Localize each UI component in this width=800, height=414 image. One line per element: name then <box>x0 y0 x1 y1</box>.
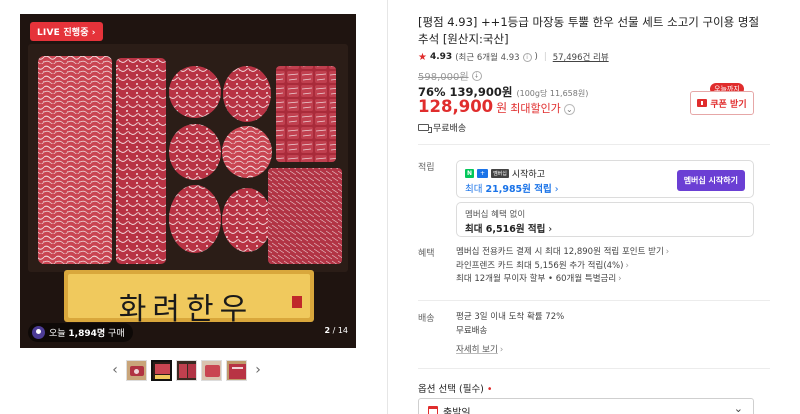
buy-count-suffix: 구매 <box>105 329 125 339</box>
plaque-brand-text: 화려한우 <box>118 292 254 327</box>
option-label-text: 옵션 선택 (필수) <box>418 384 484 395</box>
rating-note: (최근 6개월 4.93 <box>455 53 520 63</box>
coupon-button[interactable]: 쿠폰 받기 <box>690 91 754 115</box>
original-price-value: 598,000원 <box>418 72 469 83</box>
shipping-label: 배송 <box>418 314 435 324</box>
chevron-right-icon[interactable]: › <box>251 358 265 382</box>
rating-score: 4.93 <box>429 52 453 62</box>
start-membership-button[interactable]: 멤버십 시작하기 <box>676 170 745 191</box>
benefit-item-text: 최대 12개월 무이자 할부 • 60개월 특별금리 <box>456 274 617 284</box>
chevron-right-icon: › <box>625 260 629 271</box>
max-discount-row[interactable]: 128,900 원 최대할인가 ⌄ <box>418 97 575 116</box>
buy-count-number: 1,894명 <box>68 329 106 339</box>
benefit-item-text: 라인프렌즈 카드 최대 5,156원 추가 적립(4%) <box>456 260 624 271</box>
free-shipping: 무료배송 <box>418 121 466 134</box>
thumbnail-2[interactable] <box>151 359 172 381</box>
rating-note-close: ) <box>534 52 538 62</box>
truck-icon <box>418 124 432 133</box>
rating-row: ★ 4.93 (최근 6개월 4.93 i) | 57,496건 리뷰 <box>418 51 609 64</box>
chevron-down-icon[interactable]: ⌄ <box>734 402 743 414</box>
product-main-image[interactable]: LIVE 진행중 › 화려한우 오늘 1,894명 구매 2 / 14 <box>20 14 356 348</box>
buy-count-text: 오늘 1,894명 구매 <box>49 326 125 339</box>
price-info-icon[interactable]: i <box>471 70 482 81</box>
points-label: 적립 <box>418 163 435 173</box>
thumbnail-3[interactable] <box>176 359 197 381</box>
no-membership-points: 최대 6,516원 적립 <box>465 224 546 235</box>
chevron-right-icon: › <box>551 184 559 195</box>
coupon-icon <box>697 99 708 107</box>
no-membership-points-card[interactable]: 멤버십 혜택 없이 최대 6,516원 적립 › <box>456 202 754 237</box>
benefits-list: 멤버십 전용카드 결제 시 최대 12,890원 적립 포인트 받기 › 라인프렌… <box>456 246 669 287</box>
option-select-value: 출발일 <box>443 408 471 414</box>
no-membership-title: 멤버십 혜택 없이 <box>465 210 526 220</box>
rating-separator: | <box>543 52 547 62</box>
arrival-probability: 평균 3일 이내 도착 확률 72% <box>456 312 565 322</box>
benefit-item[interactable]: 최대 12개월 무이자 할부 • 60개월 특별금리 › <box>456 273 669 287</box>
image-page-indicator: 2 / 14 <box>324 326 348 335</box>
membership-points-card: N + 멤버십 시작하고 최대 21,985원 적립 › 멤버십 시작하기 <box>456 160 754 198</box>
shipping-info: 평균 3일 이내 도착 확률 72% 무료배송 자세히 보기 › <box>456 311 564 358</box>
required-mark: • <box>483 384 493 395</box>
thumbnail-1[interactable] <box>126 359 147 381</box>
membership-max-value: 21,985원 적립 <box>485 184 552 195</box>
membership-max-prefix: 최대 <box>465 184 486 195</box>
benefit-item[interactable]: 멤버십 전용카드 결제 시 최대 12,890원 적립 포인트 받기 › <box>456 246 669 260</box>
today-buy-count: 오늘 1,894명 구매 <box>28 323 133 342</box>
option-label: 옵션 선택 (필수) • <box>418 381 493 395</box>
benefit-item[interactable]: 라인프렌즈 카드 최대 5,156원 추가 적립(4%) › <box>456 260 669 274</box>
max-discount-price: 128,900 <box>418 97 494 116</box>
product-title: [평점 4.93] ++1등급 마장동 투뿔 한우 선물 세트 소고기 구이용 … <box>418 15 760 46</box>
section-divider <box>418 144 770 145</box>
thumbnail-strip: ‹ › <box>108 357 265 383</box>
buy-count-prefix: 오늘 <box>49 329 69 339</box>
npay-start-text: 시작하고 <box>511 170 545 180</box>
chevron-right-icon: › <box>91 28 96 38</box>
benefit-item-text: 멤버십 전용카드 결제 시 최대 12,890원 적립 포인트 받기 <box>456 247 664 257</box>
thumbnail-4[interactable] <box>201 359 222 381</box>
chevron-right-icon: › <box>545 224 553 235</box>
chevron-down-icon[interactable]: ⌄ <box>563 104 575 115</box>
membership-badge-icon: 멤버십 <box>491 169 509 178</box>
page-total: / 14 <box>330 326 348 335</box>
won-unit: 원 <box>496 101 508 115</box>
shipping-detail-label: 자세히 보기 <box>456 345 498 355</box>
coupon-button-label: 쿠폰 받기 <box>710 99 747 110</box>
membership-max-points[interactable]: 최대 21,985원 적립 › <box>465 181 559 195</box>
option-select[interactable]: 출발일 ⌄ <box>418 398 754 414</box>
section-divider <box>418 300 770 301</box>
live-badge[interactable]: LIVE 진행중 › <box>30 22 103 41</box>
calendar-icon <box>428 406 438 414</box>
chevron-left-icon[interactable]: ‹ <box>108 358 122 382</box>
column-divider <box>387 0 388 414</box>
thumbnail-5[interactable] <box>226 359 247 381</box>
buyer-avatar-icon <box>32 326 45 339</box>
npay-membership: N + 멤버십 시작하고 <box>465 167 545 180</box>
review-count-link[interactable]: 57,496건 리뷰 <box>553 51 609 63</box>
shipping-detail-link[interactable]: 자세히 보기 › <box>456 344 564 358</box>
section-divider <box>418 368 770 369</box>
info-icon[interactable]: i <box>522 52 532 62</box>
benefits-label: 혜택 <box>418 249 435 259</box>
chevron-right-icon: › <box>665 247 670 257</box>
star-icon: ★ <box>418 51 427 63</box>
free-shipping-label: 무료배송 <box>433 124 467 134</box>
max-discount-label: 최대할인가 <box>510 102 561 115</box>
original-price: 598,000원 i <box>418 68 482 83</box>
chevron-right-icon: › <box>499 345 504 355</box>
npay-plus-icon: + <box>477 169 489 178</box>
no-membership-value: 최대 6,516원 적립 › <box>465 221 552 235</box>
live-badge-label: LIVE 진행중 <box>37 28 89 38</box>
chevron-right-icon: › <box>618 274 622 284</box>
npay-n-icon: N <box>465 169 475 178</box>
shipping-fee: 무료배송 <box>456 325 488 336</box>
